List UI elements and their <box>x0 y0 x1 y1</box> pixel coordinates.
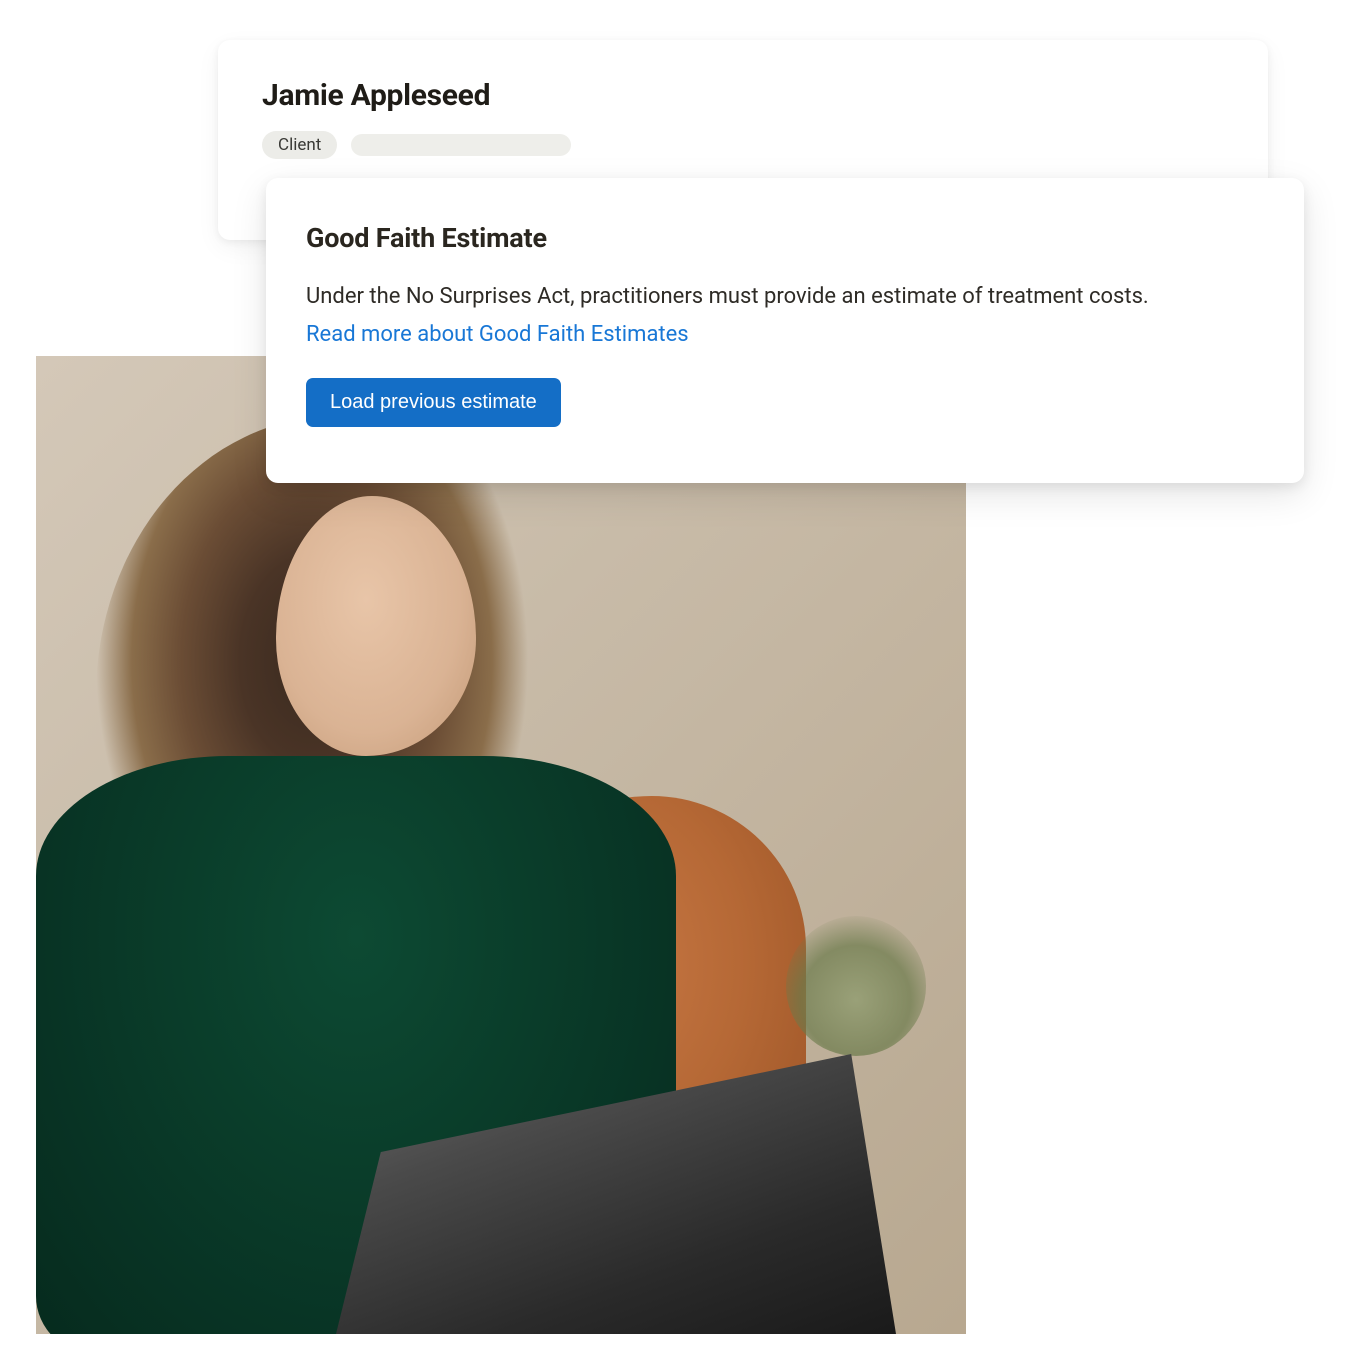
client-badge-row: Client <box>262 131 1224 159</box>
client-type-badge: Client <box>262 131 337 159</box>
good-faith-estimate-card: Good Faith Estimate Under the No Surpris… <box>266 178 1304 483</box>
photo-plant-shape <box>786 916 926 1056</box>
client-name: Jamie Appleseed <box>262 78 1224 113</box>
gfe-title: Good Faith Estimate <box>306 222 1264 254</box>
load-previous-estimate-button[interactable]: Load previous estimate <box>306 378 561 427</box>
gfe-description: Under the No Surprises Act, practitioner… <box>306 280 1264 314</box>
loading-placeholder <box>351 134 571 156</box>
gfe-read-more-link[interactable]: Read more about Good Faith Estimates <box>306 318 689 352</box>
background-photo <box>36 356 966 1334</box>
